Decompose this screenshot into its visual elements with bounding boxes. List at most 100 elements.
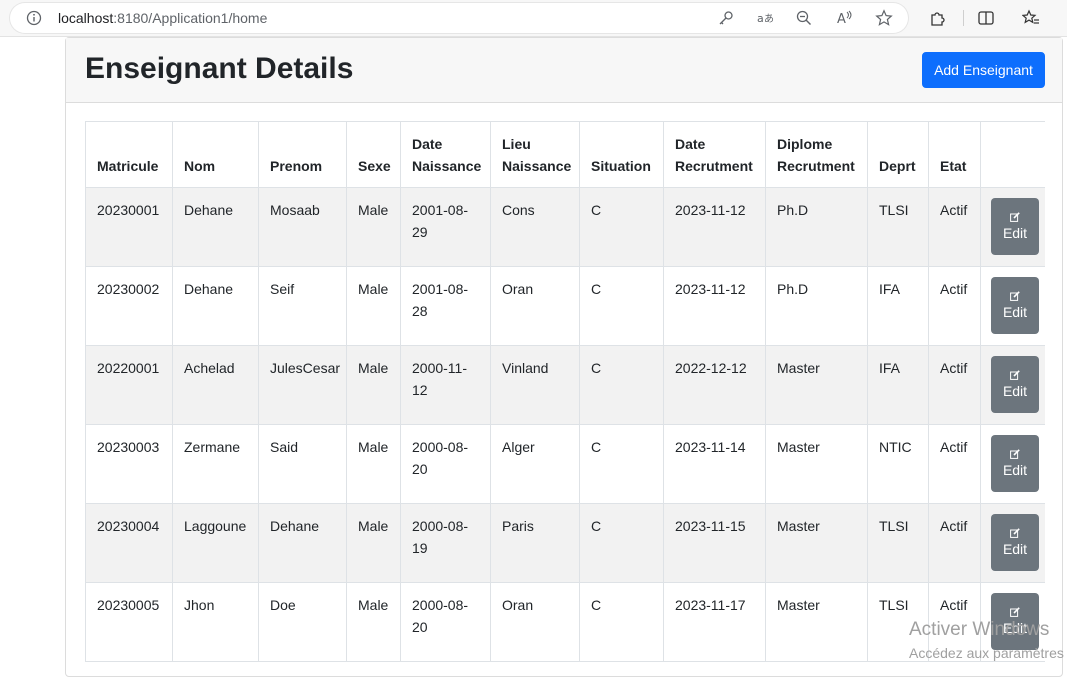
table-cell: TLSI — [867, 582, 929, 662]
table-cell: Male — [346, 266, 401, 346]
column-header: Sexe — [346, 121, 401, 188]
table-cell: Mosaab — [258, 187, 347, 267]
table-cell: Actif — [928, 424, 981, 504]
table-cell: 2000-08-19 — [400, 503, 491, 583]
column-header-line: Lieu — [502, 136, 531, 152]
table-container: Matricule Nom Prenom Sexe Date Naissance Lieu N… — [85, 121, 1045, 681]
browser-toolbar: localhost:8180/Application1/home a あ A — [0, 0, 1067, 37]
table-cell: Male — [346, 187, 401, 267]
edit-button-label: Edit — [1002, 541, 1028, 557]
column-header: Diplome Recrutment — [765, 121, 868, 188]
table-cell: Seif — [258, 266, 347, 346]
edit-button[interactable]: Edit — [991, 198, 1039, 255]
table-cell: Dehane — [172, 187, 259, 267]
favorites-icon[interactable] — [1022, 9, 1040, 27]
address-bar[interactable]: localhost:8180/Application1/home a あ A — [10, 3, 908, 33]
edit-button[interactable]: Edit — [991, 435, 1039, 492]
column-header-line: Diplome — [777, 136, 833, 152]
add-enseignant-button[interactable]: Add Enseignant — [922, 52, 1045, 88]
table-cell: 2001-08-29 — [400, 187, 491, 267]
table-cell: C — [579, 266, 664, 346]
enseignant-card: Enseignant Details Add Enseignant Matric… — [65, 37, 1063, 677]
table-body: 20230001 Dehane Mosaab Male 2001-08-29 Cons C 2… — [85, 187, 1045, 662]
table-cell: 2023-11-12 — [663, 187, 766, 267]
table-row: 20230002 Dehane Seif Male 2001-08-28 Oran C 202… — [85, 266, 1045, 346]
action-cell: Edit — [980, 424, 1045, 504]
column-header-line: Naissance — [412, 158, 482, 174]
table-row: 20230003 Zermane Said Male 2000-08-20 Alger C 2… — [85, 424, 1045, 504]
url-text[interactable]: localhost:8180/Application1/home — [58, 10, 267, 26]
column-header-line: Prenom — [270, 158, 323, 174]
table-cell: Actif — [928, 503, 981, 583]
action-cell: Edit — [980, 582, 1045, 662]
table-cell: 2023-11-12 — [663, 266, 766, 346]
edit-icon — [1010, 449, 1020, 459]
svg-text:あ: あ — [764, 13, 774, 25]
table-cell: Laggoune — [172, 503, 259, 583]
url-host: localhost — [58, 10, 114, 26]
edit-button[interactable]: Edit — [991, 277, 1039, 334]
edit-icon — [1010, 607, 1020, 617]
edit-button-label: Edit — [1002, 620, 1028, 636]
edit-button[interactable]: Edit — [991, 356, 1039, 413]
column-header-line: Nom — [184, 158, 216, 174]
table-cell: Oran — [490, 266, 580, 346]
edit-button-label: Edit — [1002, 383, 1028, 399]
table-cell: Master — [765, 503, 868, 583]
table-cell: 2000-08-20 — [400, 582, 491, 662]
column-header-line: Recrutment — [777, 158, 855, 174]
svg-text:A: A — [837, 12, 846, 27]
table-cell: Actif — [928, 187, 981, 267]
table-cell: Master — [765, 345, 868, 425]
table-cell: IFA — [867, 345, 929, 425]
table-cell: 2022-12-12 — [663, 345, 766, 425]
table-cell: Alger — [490, 424, 580, 504]
edit-button-label: Edit — [1002, 225, 1028, 241]
table-cell: C — [579, 582, 664, 662]
table-cell: Master — [765, 582, 868, 662]
table-cell: Paris — [490, 503, 580, 583]
split-screen-icon[interactable] — [977, 9, 995, 27]
action-cell: Edit — [980, 345, 1045, 425]
column-header-line: Deprt — [879, 158, 916, 174]
table-row: 20230001 Dehane Mosaab Male 2001-08-29 Cons C 2… — [85, 187, 1045, 267]
card-header: Enseignant Details Add Enseignant — [66, 38, 1062, 103]
table-cell: Actif — [928, 266, 981, 346]
table-cell: 20230002 — [85, 266, 173, 346]
action-cell: Edit — [980, 187, 1045, 267]
table-row: 20230005 Jhon Doe Male 2000-08-20 Oran C 2023-1… — [85, 582, 1045, 662]
extensions-icon[interactable] — [929, 9, 947, 27]
edit-button-label: Edit — [1002, 462, 1028, 478]
table-cell: C — [579, 345, 664, 425]
text-size-icon[interactable]: A — [836, 9, 854, 27]
column-header: Date Naissance — [400, 121, 491, 188]
table-cell: 2023-11-14 — [663, 424, 766, 504]
table-cell: Male — [346, 503, 401, 583]
column-header: Nom — [172, 121, 259, 188]
table-cell: 2023-11-15 — [663, 503, 766, 583]
edit-button[interactable]: Edit — [991, 514, 1039, 571]
toolbar-separator — [963, 10, 964, 26]
read-aloud-icon[interactable]: a あ — [756, 9, 774, 27]
column-header-line: Naissance — [502, 158, 572, 174]
star-icon[interactable] — [875, 9, 893, 27]
table-cell: Doe — [258, 582, 347, 662]
table-cell: TLSI — [867, 187, 929, 267]
table-cell: Dehane — [258, 503, 347, 583]
edit-button[interactable]: Edit — [991, 593, 1039, 650]
url-path: :8180/Application1/home — [113, 10, 268, 26]
column-header: Deprt — [867, 121, 929, 188]
table-cell: 20220001 — [85, 345, 173, 425]
column-header: Etat — [928, 121, 981, 188]
key-icon[interactable] — [717, 9, 735, 27]
table-cell: TLSI — [867, 503, 929, 583]
info-icon[interactable] — [26, 10, 42, 26]
column-header-line: Etat — [940, 158, 967, 174]
column-header-line: Recrutment — [675, 158, 753, 174]
column-header-line: Date — [412, 136, 443, 152]
table-cell: 2000-08-20 — [400, 424, 491, 504]
edit-button-label: Edit — [1002, 304, 1028, 320]
table-cell: C — [579, 187, 664, 267]
zoom-out-icon[interactable] — [795, 9, 813, 27]
table-cell: JulesCesar — [258, 345, 347, 425]
